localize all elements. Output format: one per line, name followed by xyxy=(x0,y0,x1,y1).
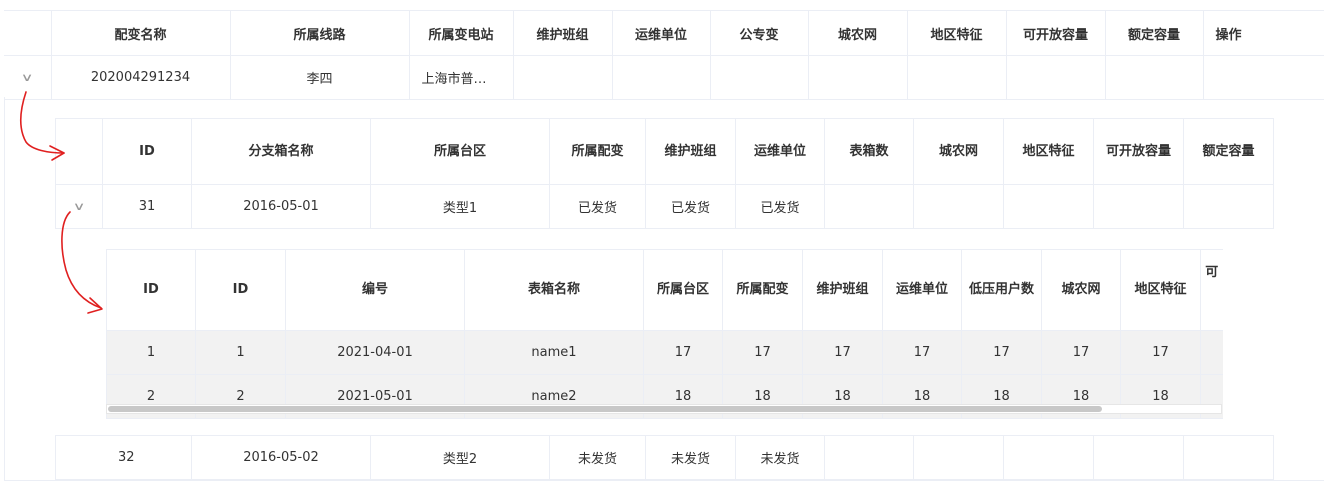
red-arrow-to-meter-table xyxy=(61,211,102,309)
red-arrow-to-branch-table xyxy=(19,91,65,154)
annotation-arrows xyxy=(19,91,103,314)
